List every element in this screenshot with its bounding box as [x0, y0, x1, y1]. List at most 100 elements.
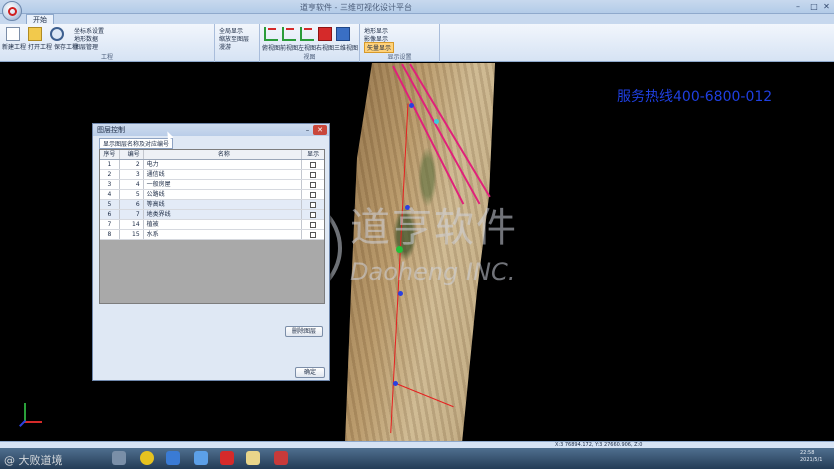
table-row[interactable]: 6 7 地类界线 [100, 210, 324, 220]
title-bar: 道亨软件 - 三维可视化设计平台 – □ ✕ [0, 0, 834, 14]
dialog-label-text: 显示图层名称及对应编号 [99, 138, 174, 149]
ribbon: 新建工程 打开工程 保存工程 坐标系设置 地形数据 图层管理 工程 全局显示 缩… [0, 24, 834, 62]
ribbon-group-label: 工程 [100, 54, 113, 61]
table-row[interactable]: 5 6 等高线 [100, 200, 324, 210]
row-code: 3 [120, 170, 144, 179]
clock[interactable]: 22:58 2021/5/1 [800, 450, 822, 464]
minimize-button[interactable]: – [790, 1, 806, 12]
column-header-visible[interactable]: 显示 [302, 150, 324, 159]
clock-time: 22:58 [800, 450, 815, 456]
roam-button[interactable]: 漫游 [219, 42, 231, 51]
dialog-label: 显示图层名称及对应编号 [99, 138, 174, 149]
table-row[interactable]: 3 4 一般房屋 [100, 180, 324, 190]
survey-point-marker[interactable] [409, 103, 414, 108]
table-row[interactable]: 1 2 电力 [100, 160, 324, 170]
taskbar-app-icon[interactable] [220, 451, 234, 465]
right-view-button[interactable]: 右视图 [316, 43, 334, 52]
confirm-button[interactable]: 确定 [295, 367, 325, 378]
taskbar-app-icon[interactable] [166, 451, 180, 465]
top-view-icon[interactable] [264, 27, 278, 41]
dialog-minimize-button[interactable]: – [303, 125, 312, 135]
front-view-button[interactable]: 前视图 [280, 43, 298, 52]
dialog-close-button[interactable]: ✕ [313, 125, 327, 135]
ribbon-group-project: 新建工程 打开工程 保存工程 坐标系设置 地形数据 图层管理 工程 [0, 24, 215, 62]
dialog-title: 图层控制 [93, 124, 329, 136]
watermark-company-name: 道亨软件 [350, 205, 518, 251]
column-header-code[interactable]: 编号 [120, 150, 144, 159]
table-row[interactable]: 4 5 公路线 [100, 190, 324, 200]
layer-manage-button[interactable]: 图层管理 [74, 42, 98, 51]
taskbar-app-icon[interactable] [246, 451, 260, 465]
new-document-icon[interactable] [6, 27, 20, 41]
taskbar-app-icon[interactable] [112, 451, 126, 465]
right-view-icon[interactable] [318, 27, 332, 41]
app-logo-icon [8, 7, 17, 16]
visible-checkbox[interactable] [310, 212, 317, 218]
column-header-name[interactable]: 名称 [144, 150, 303, 159]
table-row[interactable]: 2 3 通信线 [100, 170, 324, 180]
row-index: 8 [100, 230, 120, 239]
layer-control-dialog: 图层控制 – ✕ 显示图层名称及对应编号 序号 编号 名称 显示 1 2 电力 … [92, 123, 330, 381]
row-code: 2 [120, 160, 144, 169]
row-code: 4 [120, 180, 144, 189]
row-code: 15 [120, 230, 144, 239]
row-name: 公路线 [144, 190, 303, 199]
3d-view-icon[interactable] [336, 27, 350, 41]
row-code: 5 [120, 190, 144, 199]
row-index: 5 [100, 200, 120, 209]
tab-start[interactable]: 开始 [26, 14, 54, 24]
visible-checkbox[interactable] [310, 162, 317, 168]
ribbon-group-display-settings: 地形显示 影像显示 矢量显示 显示设置 [360, 24, 440, 62]
open-project-button[interactable]: 打开工程 [28, 42, 52, 51]
row-name: 电力 [144, 160, 303, 169]
status-bar: X:3 76894.172, Y:3 27660.906, Z:0 [0, 441, 834, 448]
visible-checkbox[interactable] [310, 222, 317, 228]
brand-watermark: @ 大败道境 [4, 454, 63, 467]
ribbon-group-display: 全局显示 缩放至图层 漫游 [215, 24, 260, 62]
visible-checkbox[interactable] [310, 192, 317, 198]
open-folder-icon[interactable] [28, 27, 42, 41]
visible-checkbox[interactable] [310, 202, 317, 208]
taskbar-app-icon[interactable] [274, 451, 288, 465]
left-view-button[interactable]: 左视图 [298, 43, 316, 52]
taskbar-app-icon[interactable] [140, 451, 154, 465]
row-name: 通信线 [144, 170, 303, 179]
taskbar-app-icon[interactable] [194, 451, 208, 465]
watermark-company-english: Daoheng INC. [350, 258, 516, 286]
row-code: 7 [120, 210, 144, 219]
table-row[interactable]: 8 15 水系 [100, 230, 324, 240]
row-code: 14 [120, 220, 144, 229]
save-settings-icon[interactable] [50, 27, 64, 41]
row-index: 6 [100, 210, 120, 219]
ribbon-tab-row: 开始 [0, 14, 834, 24]
clock-date: 2021/5/1 [800, 457, 823, 463]
survey-point-marker[interactable] [434, 119, 439, 124]
row-index: 2 [100, 170, 120, 179]
ribbon-group-view: 俯视图 前视图 左视图 右视图 三维视图 视图 [260, 24, 360, 62]
survey-point-marker[interactable] [398, 291, 403, 296]
front-view-icon[interactable] [282, 27, 296, 41]
table-row[interactable]: 7 14 植被 [100, 220, 324, 230]
row-index: 3 [100, 180, 120, 189]
layer-table: 序号 编号 名称 显示 1 2 电力 2 3 通信线 3 4 一般房屋 4 5 … [99, 149, 325, 304]
3d-view-button[interactable]: 三维视图 [334, 43, 358, 52]
survey-point-marker[interactable] [393, 381, 398, 386]
row-name: 一般房屋 [144, 180, 303, 189]
column-header-index[interactable]: 序号 [100, 150, 120, 159]
top-view-button[interactable]: 俯视图 [262, 43, 280, 52]
visible-checkbox[interactable] [310, 172, 317, 178]
application-menu-button[interactable] [2, 1, 22, 21]
visible-checkbox[interactable] [310, 182, 317, 188]
new-project-button[interactable]: 新建工程 [2, 42, 26, 51]
delete-layer-button[interactable]: 删除图层 [285, 326, 323, 337]
visible-checkbox[interactable] [310, 232, 317, 238]
taskbar: @ 大败道境 22:58 2021/5/1 [0, 448, 834, 469]
ribbon-group-label: 显示设置 [387, 54, 412, 61]
row-name: 等高线 [144, 200, 303, 209]
left-view-icon[interactable] [300, 27, 314, 41]
table-header: 序号 编号 名称 显示 [100, 150, 324, 160]
row-index: 1 [100, 160, 120, 169]
close-button[interactable]: ✕ [820, 1, 833, 12]
row-index: 7 [100, 220, 120, 229]
row-name: 地类界线 [144, 210, 303, 219]
